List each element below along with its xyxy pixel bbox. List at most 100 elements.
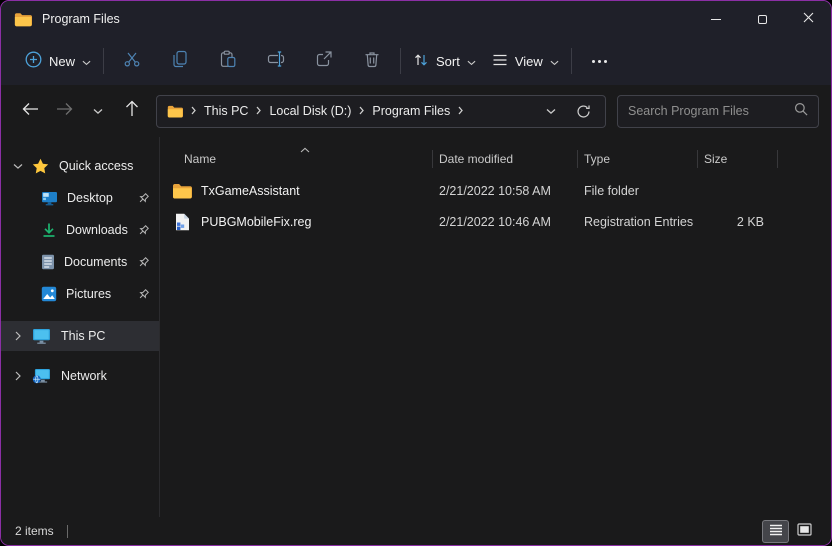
sort-button[interactable]: Sort — [405, 43, 484, 79]
search-input[interactable] — [628, 104, 794, 118]
trash-icon — [363, 50, 381, 73]
minimize-button[interactable] — [693, 1, 739, 37]
new-button[interactable]: New — [17, 43, 99, 79]
sidebar-item-quick-access[interactable]: Quick access — [1, 151, 159, 181]
sidebar-item-documents[interactable]: Documents — [1, 247, 159, 277]
sidebar-item-downloads[interactable]: Downloads — [1, 215, 159, 245]
file-rows: TxGameAssistant 2/21/2022 10:58 AM File … — [160, 175, 831, 237]
file-date-modified: 2/21/2022 10:58 AM — [433, 184, 578, 198]
sidebar-item-label: Documents — [64, 255, 127, 269]
file-type: File folder — [578, 184, 698, 198]
column-header-size[interactable]: Size — [698, 147, 778, 171]
forward-button[interactable] — [49, 96, 79, 126]
file-list-pane: Name Date modified Type Size TxGameAssi — [160, 137, 831, 517]
sidebar-item-label: Desktop — [67, 191, 113, 205]
sidebar-item-this-pc[interactable]: This PC — [1, 321, 159, 351]
titlebar: Program Files — [1, 1, 831, 37]
status-divider — [67, 525, 68, 538]
file-size: 2 KB — [698, 215, 778, 229]
breadcrumb-chevron-icon — [191, 102, 196, 120]
recent-locations-button[interactable] — [83, 96, 113, 126]
monitor-icon — [32, 328, 51, 344]
close-button[interactable] — [785, 1, 831, 37]
share-button[interactable] — [300, 43, 348, 79]
arrow-up-icon — [125, 100, 139, 122]
refresh-icon[interactable] — [572, 104, 595, 119]
breadcrumb-chevron-icon — [256, 102, 261, 120]
large-icons-view-toggle[interactable] — [792, 521, 817, 542]
folder-icon — [14, 12, 32, 27]
delete-button[interactable] — [348, 43, 396, 79]
navigation-pane: Quick access Desktop — [1, 137, 160, 517]
chevron-right-icon[interactable] — [11, 331, 25, 341]
search-box[interactable] — [617, 95, 819, 128]
details-view-toggle[interactable] — [763, 521, 788, 542]
column-header-date-modified[interactable]: Date modified — [433, 147, 578, 171]
document-icon — [41, 254, 55, 270]
chevron-right-icon[interactable] — [11, 371, 25, 381]
chevron-down-icon — [467, 54, 476, 69]
file-type: Registration Entries — [578, 215, 698, 229]
breadcrumb-chevron-icon — [359, 102, 364, 120]
address-dropdown-chevron-icon[interactable] — [538, 108, 564, 115]
address-bar[interactable]: This PC Local Disk (D:) Program Files — [156, 95, 606, 128]
large-icons-view-icon — [797, 523, 812, 539]
pin-icon — [137, 288, 150, 301]
sort-button-label: Sort — [436, 54, 460, 69]
column-header-type[interactable]: Type — [578, 147, 698, 171]
sidebar-item-pictures[interactable]: Pictures — [1, 279, 159, 309]
file-row-txgameassistant[interactable]: TxGameAssistant 2/21/2022 10:58 AM File … — [160, 175, 831, 206]
breadcrumb-this-pc[interactable]: This PC — [204, 104, 248, 118]
status-bar: 2 items — [1, 517, 831, 545]
cut-button[interactable] — [108, 43, 156, 79]
back-button[interactable] — [15, 96, 45, 126]
arrow-right-icon — [56, 102, 73, 121]
toolbar-divider — [103, 48, 104, 74]
folder-icon — [172, 183, 192, 199]
file-explorer-window: Program Files New — [0, 0, 832, 546]
view-toggles — [763, 521, 817, 542]
cut-icon — [123, 50, 141, 73]
breadcrumb-chevron-icon — [458, 102, 463, 120]
network-icon — [32, 368, 51, 384]
sidebar-item-desktop[interactable]: Desktop — [1, 183, 159, 213]
search-icon — [794, 102, 808, 121]
folder-icon — [167, 105, 183, 118]
paste-button[interactable] — [204, 43, 252, 79]
file-row-pubgmobilefix-reg[interactable]: PUBGMobileFix.reg 2/21/2022 10:46 AM Reg… — [160, 206, 831, 237]
up-button[interactable] — [117, 96, 147, 126]
more-options-button[interactable] — [576, 43, 624, 79]
sidebar-item-label: Network — [61, 369, 107, 383]
chevron-down-icon — [550, 54, 559, 69]
rename-button[interactable] — [252, 43, 300, 79]
maximize-icon — [758, 15, 767, 24]
window-title: Program Files — [42, 12, 120, 26]
sidebar-item-label: This PC — [61, 329, 105, 343]
navigation-bar: This PC Local Disk (D:) Program Files — [1, 85, 831, 137]
view-button-label: View — [515, 54, 543, 69]
chevron-down-icon[interactable] — [11, 163, 25, 170]
column-headers: Name Date modified Type Size — [160, 147, 831, 171]
view-list-icon — [492, 53, 508, 70]
chevron-down-icon — [93, 102, 103, 120]
copy-button[interactable] — [156, 43, 204, 79]
maximize-button[interactable] — [739, 1, 785, 37]
pin-icon — [137, 192, 150, 205]
column-header-name[interactable]: Name — [160, 147, 433, 171]
sidebar-item-label: Pictures — [66, 287, 111, 301]
command-bar: New — [1, 37, 831, 85]
pin-icon — [137, 256, 150, 269]
sidebar-item-label: Quick access — [59, 159, 133, 173]
rename-icon — [267, 50, 285, 73]
star-icon — [32, 158, 49, 174]
breadcrumb-local-disk-d[interactable]: Local Disk (D:) — [269, 104, 351, 118]
breadcrumb-program-files[interactable]: Program Files — [372, 104, 450, 118]
toolbar-divider — [571, 48, 572, 74]
sidebar-item-label: Downloads — [66, 223, 128, 237]
file-name: PUBGMobileFix.reg — [201, 215, 311, 229]
body-area: Quick access Desktop — [1, 137, 831, 517]
picture-icon — [41, 286, 57, 302]
sidebar-item-network[interactable]: Network — [1, 361, 159, 391]
registry-file-icon — [172, 213, 192, 231]
view-button[interactable]: View — [484, 43, 567, 79]
